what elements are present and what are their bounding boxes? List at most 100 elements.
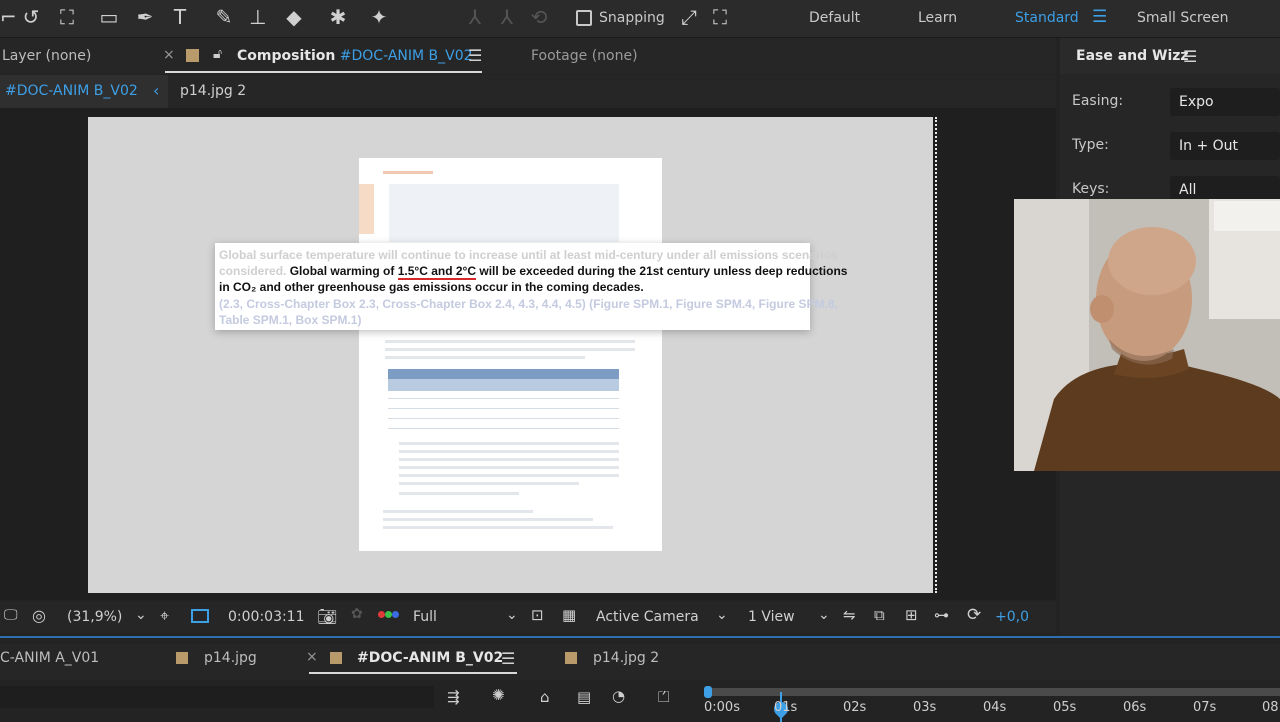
type-select[interactable]: In + Out [1170,132,1280,160]
frame-blending-icon[interactable]: ▤ [577,688,591,706]
ruler-label-2: 02s [843,700,867,715]
view-layout-select[interactable]: 1 View [748,609,795,625]
zoom-level[interactable]: (31,9%) [67,609,122,625]
callout-underlined-temperatures: 1.5°C and 2°C [397,264,477,280]
tab-footage[interactable]: Footage (none) [531,48,638,64]
zoom-dropdown-icon[interactable]: ⌄ [135,607,147,623]
draft-3d-timeline-icon[interactable]: ✺ [492,686,505,704]
snapshot-camera-icon[interactable]: 📷︎ [317,607,337,626]
resolution-select[interactable]: Full [413,609,437,625]
callout-reference-line-1: (2.3, Cross-Chapter Box 2.3, Cross-Chapt… [219,297,838,311]
current-timecode[interactable]: 0:00:03:11 [228,609,305,625]
ruler-label-7: 07s [1193,700,1217,715]
easing-value: Expo [1179,94,1214,110]
anim-b-swatch [330,652,342,664]
resolution-dropdown-icon[interactable]: ⌄ [506,607,518,623]
axis-world-icon[interactable]: ⅄ [494,4,520,30]
motion-blur-icon[interactable]: ◔ [612,687,625,705]
tab-layer[interactable]: Layer (none) [2,48,91,64]
axis-view-icon[interactable]: ⟲ [526,4,552,30]
toggle-pixel-aspect-icon[interactable]: ⇋ [843,606,856,624]
snapping-label: Snapping [599,10,665,26]
camera-select[interactable]: Active Camera [596,609,699,625]
timeline-tab-p14-2[interactable]: p14.jpg 2 [593,650,659,666]
page-table-header [388,369,619,379]
page-side-tab [359,184,374,234]
composition-tab-name: #DOC-ANIM B_V02 [339,48,473,64]
lock-icon[interactable]: 🔓︎ [213,46,222,62]
ruler-label-1: 01s [774,700,798,715]
composition-breadcrumb: #DOC-ANIM B_V02 ‹ p14.jpg 2 [0,75,1056,108]
easing-select[interactable]: Expo [1170,88,1280,116]
workspace-default[interactable]: Default [809,10,860,26]
fast-previews-icon[interactable]: ⊡ [531,606,544,624]
timeline-tab-anim-b[interactable]: #DOC-ANIM B_V02 [357,650,503,666]
view-layout-dropdown-icon[interactable]: ⌄ [818,607,830,623]
eraser-tool-icon[interactable]: ◆ [281,4,307,30]
shy-layers-icon[interactable]: ⌂ [540,688,550,706]
type-label: Type: [1072,137,1109,153]
transparency-grid-icon[interactable]: ▦ [562,606,576,624]
timeline-tab-p14[interactable]: p14.jpg [204,650,257,666]
axis-local-icon[interactable]: ⅄ [462,4,488,30]
mask-toggle-icon[interactable]: ◎ [32,606,46,625]
snapping-checkbox[interactable] [576,10,592,26]
draft-3d-icon[interactable]: ⧉ [874,606,885,624]
ruler-label-8: 08 [1262,700,1279,715]
document-zoom-callout: Global surface temperature will continue… [215,243,847,330]
tool-edge-icon[interactable]: ⌐ [0,4,17,30]
page-table-subheader [388,379,619,391]
safe-margins-icon[interactable]: ⌖ [160,606,169,626]
timeline-panel-menu-icon[interactable]: ☰ [501,649,515,668]
p14-2-swatch [565,652,577,664]
callout-bold-before: Global warming of [289,264,395,278]
snap-grid-icon[interactable]: ⛶ [707,4,733,30]
clone-stamp-tool-icon[interactable]: ⊥ [245,4,271,30]
timeline-search-field[interactable] [0,686,434,708]
workspace-standard[interactable]: Standard [1015,10,1079,26]
puppet-pin-tool-icon[interactable]: ✦ [366,4,392,30]
pen-tool-icon[interactable]: ✒ [132,4,158,30]
workspace-learn[interactable]: Learn [918,10,957,26]
brush-tool-icon[interactable]: ✎ [211,4,237,30]
rotate-tool-icon[interactable]: ↺ [18,4,44,30]
document-page-image [359,158,662,551]
exposure-value[interactable]: +0,0 [995,609,1029,625]
color-channels-icon[interactable] [378,606,399,622]
snap-feather-icon[interactable]: ⤢ [676,4,702,30]
graph-editor-icon[interactable]: ⏍ [658,688,669,706]
panel-menu-icon[interactable]: ☰ [1183,47,1197,66]
reset-exposure-icon[interactable]: ⟳ [967,605,981,625]
ruler-label-5: 05s [1053,700,1077,715]
composition-flowchart-icon[interactable]: ⇶ [447,688,460,706]
camera-tool-icon[interactable]: ⛶ [54,4,80,30]
workspace-small-screen[interactable]: Small Screen [1137,10,1228,26]
region-of-interest-icon[interactable] [191,609,209,623]
keys-label: Keys: [1072,181,1110,197]
timeline-active-underline [309,672,517,674]
roto-brush-tool-icon[interactable]: ✱ [325,4,351,30]
timeline-link-icon[interactable]: ⊞ [905,606,918,624]
close-timeline-tab-icon[interactable]: × [306,649,318,665]
callout-bold-line-2: in CO₂ and other greenhouse gas emission… [219,280,644,294]
show-snapshot-icon[interactable]: ✿ [351,606,363,622]
timeline-tab-anim-a[interactable]: C-ANIM A_V01 [0,650,99,666]
monitor-icon[interactable]: 🖵︎ [4,607,18,623]
rectangle-tool-icon[interactable]: ▭ [96,4,122,30]
callout-gray-start: considered. [219,264,287,278]
type-tool-icon[interactable]: T [167,4,193,30]
type-value: In + Out [1179,138,1239,154]
workspace-menu-icon[interactable]: ☰ [1092,7,1107,27]
work-area-start-handle[interactable] [704,686,712,698]
breadcrumb-next[interactable]: p14.jpg 2 [180,83,246,99]
camera-dropdown-icon[interactable]: ⌄ [716,607,728,623]
work-area-bar[interactable] [706,688,1280,696]
ruler-label-3: 03s [913,700,937,715]
close-layer-tab-icon[interactable]: × [163,47,175,63]
ruler-label-4: 04s [983,700,1007,715]
breadcrumb-chevron-icon: ‹ [153,81,160,100]
composition-panel-menu-icon[interactable]: ☰ [468,46,482,65]
flowchart-icon[interactable]: ⊶ [934,606,949,624]
breadcrumb-current[interactable]: #DOC-ANIM B_V02 [5,83,138,99]
tab-composition[interactable]: Composition #DOC-ANIM B_V02 [237,48,473,64]
